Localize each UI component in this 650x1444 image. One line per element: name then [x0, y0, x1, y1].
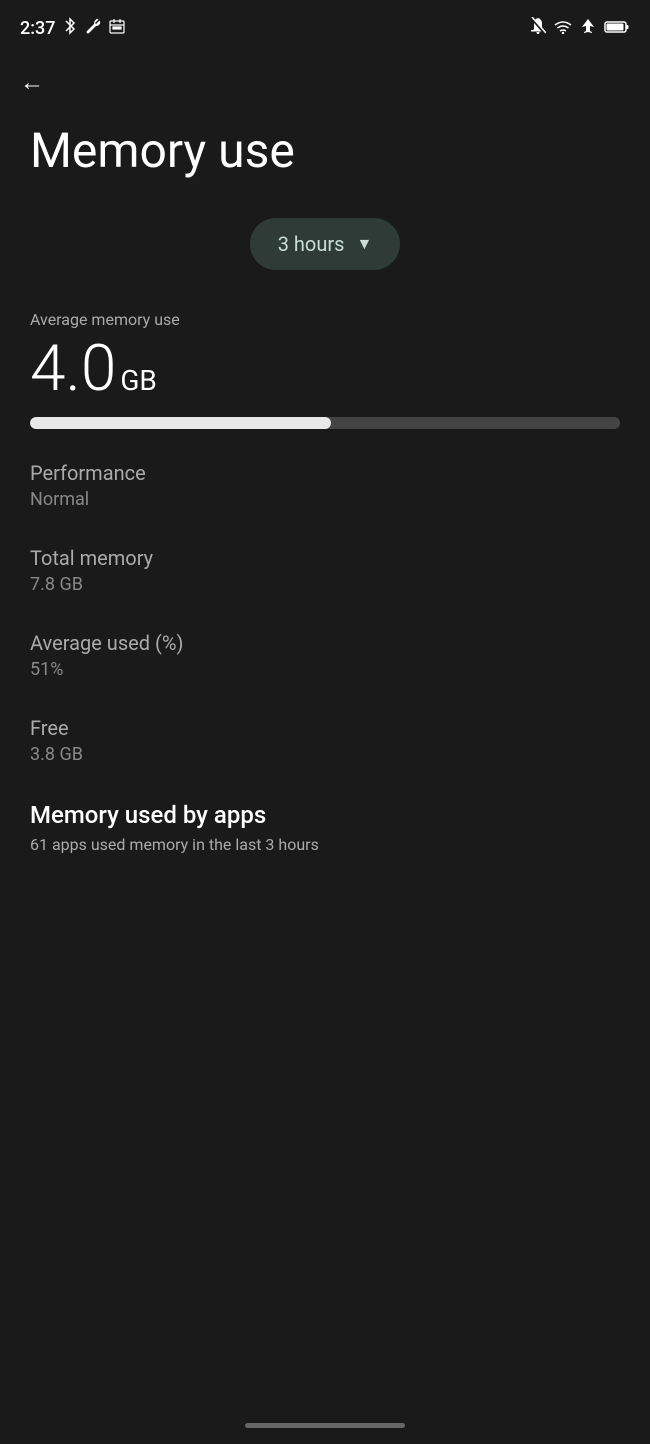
average-memory-label: Average memory use: [30, 310, 620, 329]
memory-unit: GB: [120, 364, 157, 397]
time-selector-container: 3 hours ▼: [30, 218, 620, 270]
page-title: Memory use: [30, 125, 620, 178]
bluetooth-icon: [63, 17, 77, 39]
average-used-label: Average used (%): [30, 631, 620, 655]
status-bar: 2:37: [0, 0, 650, 52]
total-memory-row: Total memory 7.8 GB: [30, 546, 620, 595]
airplane-icon: [580, 18, 596, 38]
back-button[interactable]: ←: [0, 52, 650, 105]
chevron-down-icon: ▼: [356, 234, 372, 254]
apps-section-title: Memory used by apps: [30, 801, 620, 829]
performance-value: Normal: [30, 489, 620, 510]
status-time: 2:37: [20, 18, 55, 39]
performance-label: Performance: [30, 461, 620, 485]
status-right: [530, 17, 630, 39]
apps-section: Memory used by apps 61 apps used memory …: [30, 801, 620, 854]
free-memory-label: Free: [30, 716, 620, 740]
free-memory-value: 3.8 GB: [30, 744, 620, 765]
status-left: 2:37: [20, 17, 125, 39]
back-arrow-icon: ←: [20, 68, 44, 96]
free-memory-row: Free 3.8 GB: [30, 716, 620, 765]
average-used-value: 51%: [30, 659, 620, 680]
bell-mute-icon: [530, 17, 546, 39]
memory-progress-bar: [30, 417, 620, 429]
memory-value-display: 4.0 GB: [30, 337, 620, 401]
memory-number: 4.0: [30, 337, 116, 401]
battery-icon: [604, 19, 630, 38]
calendar-icon: [109, 18, 125, 38]
average-used-row: Average used (%) 51%: [30, 631, 620, 680]
performance-row: Performance Normal: [30, 461, 620, 510]
time-selector-label: 3 hours: [278, 232, 345, 256]
memory-progress-fill: [30, 417, 331, 429]
main-content: Memory use 3 hours ▼ Average memory use …: [0, 105, 650, 884]
apps-section-subtitle: 61 apps used memory in the last 3 hours: [30, 835, 620, 854]
home-indicator: [245, 1423, 405, 1428]
wrench-icon: [85, 18, 101, 38]
wifi-icon: [554, 19, 572, 38]
total-memory-label: Total memory: [30, 546, 620, 570]
total-memory-value: 7.8 GB: [30, 574, 620, 595]
time-selector-dropdown[interactable]: 3 hours ▼: [250, 218, 401, 270]
stats-section: Average memory use 4.0 GB Performance No…: [30, 310, 620, 854]
